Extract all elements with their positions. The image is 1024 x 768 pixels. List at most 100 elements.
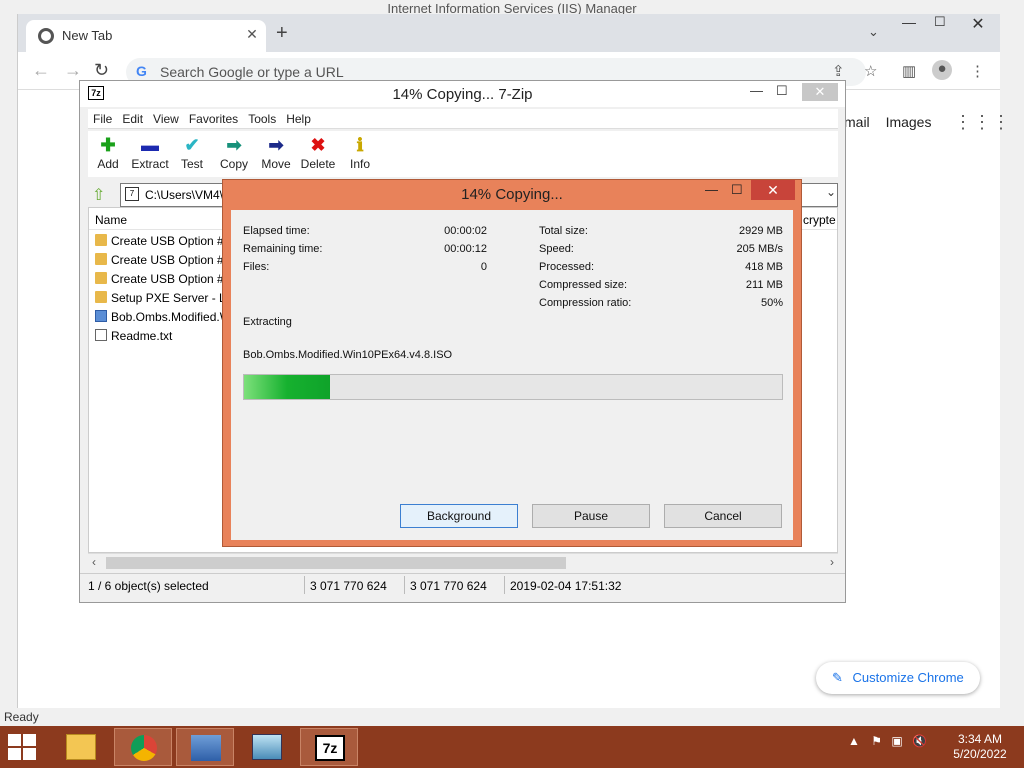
tab-search-chevron-icon[interactable]: ⌄ — [868, 24, 879, 40]
copy-arrow-icon: ➡ — [226, 135, 242, 155]
background-button[interactable]: Background — [400, 504, 518, 528]
sevenzip-status-bar: 1 / 6 object(s) selected 3 071 770 624 3… — [80, 573, 845, 597]
taskbar-network-tool[interactable] — [238, 728, 296, 766]
processed-value: 418 MB — [745, 261, 783, 273]
delete-button[interactable]: ✖ Delete — [298, 135, 338, 171]
column-crypted[interactable]: crypte — [803, 213, 836, 227]
operation-label: Extracting — [243, 316, 292, 328]
iso-file-icon — [95, 310, 107, 322]
reload-icon[interactable]: ↻ — [94, 60, 109, 81]
move-arrow-icon: ➡ — [268, 135, 284, 155]
system-tray: ▲ ⚑ ▣ 🔇 — [848, 734, 927, 748]
new-tab-button[interactable]: + — [276, 22, 288, 45]
taskbar-clock[interactable]: 3:34 AM 5/20/2022 — [944, 732, 1016, 762]
sevenzip-minimize-button[interactable]: — — [750, 83, 763, 98]
minus-icon: ▬ — [141, 135, 159, 155]
menu-tools[interactable]: Tools — [243, 109, 281, 129]
dialog-close-button[interactable]: ✕ — [751, 180, 795, 200]
side-panel-icon[interactable]: ▥ — [902, 62, 916, 80]
chrome-menu-icon[interactable]: ⋮ — [970, 62, 985, 80]
cancel-button[interactable]: Cancel — [664, 504, 782, 528]
address-dropdown-chevron-icon[interactable]: ⌄ — [826, 185, 836, 199]
status-divider — [304, 576, 305, 594]
compressed-size-label: Compressed size: — [539, 279, 628, 291]
delete-x-icon: ✖ — [310, 135, 326, 155]
menu-help[interactable]: Help — [281, 109, 316, 129]
chrome-close-button[interactable]: ✕ — [958, 14, 998, 36]
folder-icon — [95, 272, 107, 284]
column-name[interactable]: Name — [95, 213, 127, 227]
list-item[interactable]: Create USB Option #2 — [95, 251, 225, 270]
file-explorer-icon — [66, 734, 96, 760]
menu-file[interactable]: File — [88, 109, 117, 129]
back-arrow-icon[interactable]: ← — [32, 60, 50, 81]
google-apps-icon[interactable]: ⋮⋮⋮ — [954, 112, 1011, 133]
progress-bar — [243, 374, 783, 400]
forward-arrow-icon[interactable]: → — [64, 60, 82, 81]
taskbar-iis-manager[interactable] — [176, 728, 234, 766]
menu-favorites[interactable]: Favorites — [184, 109, 243, 129]
network-tool-icon — [252, 734, 282, 760]
gmail-link[interactable]: mail — [844, 114, 870, 130]
move-button[interactable]: ➡ Move — [256, 135, 296, 171]
pencil-icon: ✎ — [832, 670, 843, 685]
bookmark-star-icon[interactable]: ☆ — [864, 62, 877, 80]
scroll-right-icon[interactable]: › — [830, 555, 834, 569]
chrome-maximize-button[interactable]: ☐ — [934, 14, 946, 30]
google-g-icon: G — [136, 63, 147, 79]
list-item[interactable]: Create USB Option #3 — [95, 270, 225, 289]
taskbar-chrome[interactable] — [114, 728, 172, 766]
list-item[interactable]: Setup PXE Server - Le — [95, 289, 225, 308]
speed-label: Speed: — [539, 243, 574, 255]
scrollbar-thumb[interactable] — [106, 557, 566, 569]
tray-expand-chevron-icon[interactable]: ▲ — [848, 734, 860, 748]
test-button[interactable]: ✔ Test — [172, 135, 212, 171]
tab-title: New Tab — [62, 28, 113, 43]
volume-muted-icon[interactable]: 🔇 — [912, 734, 927, 748]
files-label: Files: — [243, 261, 270, 273]
chrome-tab-strip: New Tab ✕ + ⌄ — ☐ ✕ — [18, 14, 1000, 52]
list-item[interactable]: Create USB Option #1 — [95, 232, 225, 251]
taskbar-7zip[interactable]: 7z — [300, 728, 358, 766]
add-button[interactable]: ✚ Add — [88, 135, 128, 171]
info-button[interactable]: ℹ Info — [340, 135, 380, 171]
action-center-flag-icon[interactable]: ⚑ — [871, 734, 882, 748]
drive-icon: 7 — [125, 187, 139, 201]
status-selected: 1 / 6 object(s) selected — [88, 579, 209, 593]
list-item[interactable]: Bob.Ombs.Modified.W — [95, 308, 225, 327]
taskbar-file-explorer[interactable] — [52, 728, 110, 766]
copy-button[interactable]: ➡ Copy — [214, 135, 254, 171]
clock-date: 5/20/2022 — [953, 747, 1007, 761]
menu-edit[interactable]: Edit — [117, 109, 148, 129]
start-button[interactable] — [8, 734, 38, 760]
taskbar: 7z ▲ ⚑ ▣ 🔇 3:34 AM 5/20/2022 — [0, 726, 1024, 768]
chrome-minimize-button[interactable]: — — [902, 14, 916, 30]
horizontal-scrollbar[interactable]: ‹ › — [88, 553, 838, 571]
folder-icon — [95, 234, 107, 246]
list-item[interactable]: Readme.txt — [95, 327, 225, 346]
dialog-maximize-button[interactable]: ☐ — [731, 182, 743, 198]
folder-up-icon[interactable]: ⇧ — [92, 185, 105, 205]
scroll-left-icon[interactable]: ‹ — [92, 555, 96, 569]
speed-value: 205 MB/s — [736, 243, 783, 255]
sevenzip-title: 14% Copying... 7-Zip — [392, 86, 533, 103]
profile-avatar-icon[interactable]: ● — [932, 60, 952, 80]
customize-chrome-button[interactable]: ✎ Customize Chrome — [816, 662, 980, 694]
network-icon[interactable]: ▣ — [891, 734, 902, 748]
ntp-links: mail Images — [844, 114, 931, 130]
extract-button[interactable]: ▬ Extract — [130, 135, 170, 171]
sevenzip-maximize-button[interactable]: ☐ — [776, 83, 788, 99]
progress-bar-fill — [244, 375, 331, 399]
share-icon[interactable]: ⇪ — [832, 62, 845, 80]
sevenzip-close-button[interactable]: ✕ — [802, 83, 838, 101]
tab-close-icon[interactable]: ✕ — [242, 26, 262, 43]
plus-icon: ✚ — [100, 135, 116, 155]
images-link[interactable]: Images — [886, 114, 932, 130]
pause-button[interactable]: Pause — [532, 504, 650, 528]
folder-icon — [95, 291, 107, 303]
dialog-minimize-button[interactable]: — — [705, 182, 718, 197]
menu-view[interactable]: View — [148, 109, 184, 129]
tab-new-tab[interactable]: New Tab ✕ — [26, 20, 266, 52]
status-divider — [404, 576, 405, 594]
compression-ratio-label: Compression ratio: — [539, 297, 632, 309]
